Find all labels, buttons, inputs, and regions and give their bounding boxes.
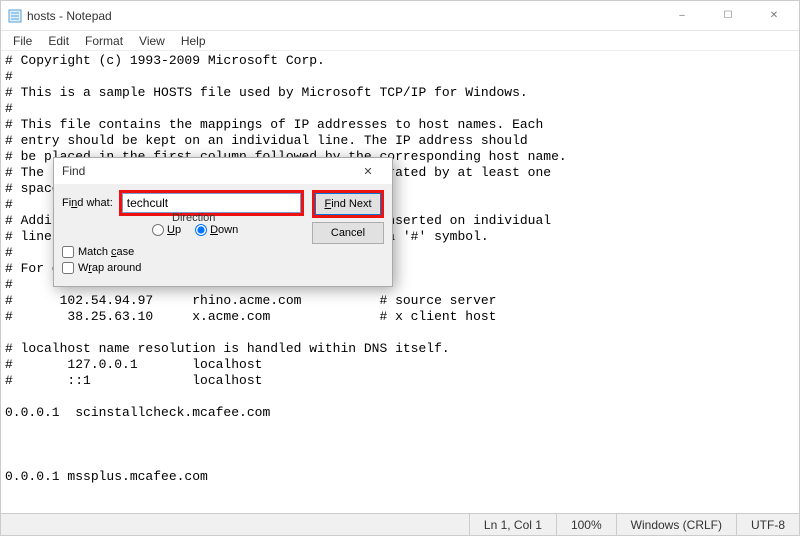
wrap-around-checkbox[interactable]: Wrap around [62, 262, 304, 274]
direction-up-radio[interactable] [152, 224, 164, 236]
find-what-label: Find what: [62, 197, 113, 209]
maximize-button[interactable]: ☐ [705, 1, 751, 31]
cancel-button[interactable]: Cancel [312, 222, 384, 244]
find-dialog-titlebar[interactable]: Find ✕ [54, 158, 392, 184]
direction-label: Direction [172, 212, 215, 224]
match-case-input[interactable] [62, 246, 74, 258]
status-encoding: UTF-8 [736, 514, 799, 535]
menu-file[interactable]: File [5, 32, 40, 50]
find-next-button[interactable]: Find Next [315, 193, 381, 215]
direction-down-radio[interactable] [195, 224, 207, 236]
menu-edit[interactable]: Edit [40, 32, 77, 50]
find-dialog-title: Find [62, 164, 348, 178]
wrap-around-input[interactable] [62, 262, 74, 274]
close-button[interactable]: ✕ [751, 1, 797, 31]
window-controls: – ☐ ✕ [659, 1, 797, 31]
match-case-checkbox[interactable]: Match case [62, 246, 304, 258]
direction-group: Direction Up Down [152, 224, 304, 236]
find-next-highlight: Find Next [312, 190, 384, 218]
status-position: Ln 1, Col 1 [469, 514, 556, 535]
find-what-input[interactable] [122, 193, 301, 213]
title-bar: hosts - Notepad – ☐ ✕ [1, 1, 799, 31]
menu-view[interactable]: View [131, 32, 173, 50]
direction-down[interactable]: Down [195, 224, 238, 236]
direction-up[interactable]: Up [152, 224, 181, 236]
menu-bar: File Edit Format View Help [1, 31, 799, 51]
find-dialog: Find ✕ Find what: Direction Up Down [53, 157, 393, 287]
find-dialog-close-button[interactable]: ✕ [348, 158, 388, 184]
minimize-button[interactable]: – [659, 1, 705, 31]
status-zoom: 100% [556, 514, 616, 535]
menu-help[interactable]: Help [173, 32, 214, 50]
window-title: hosts - Notepad [27, 9, 659, 23]
status-eol: Windows (CRLF) [616, 514, 736, 535]
menu-format[interactable]: Format [77, 32, 131, 50]
status-bar: Ln 1, Col 1 100% Windows (CRLF) UTF-8 [1, 513, 799, 535]
notepad-icon [7, 8, 23, 24]
